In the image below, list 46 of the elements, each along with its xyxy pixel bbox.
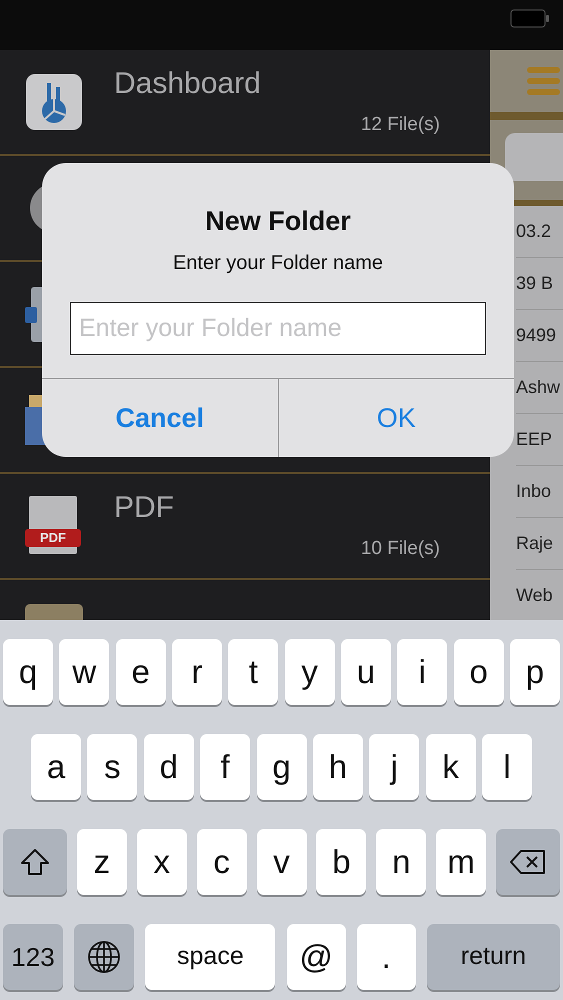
key[interactable]: c: [196, 829, 247, 895]
file-name[interactable]: Inbo: [516, 478, 552, 505]
key[interactable]: e: [116, 639, 166, 705]
key[interactable]: j: [369, 734, 420, 800]
folder-name-field[interactable]: Enter your Folder name: [70, 302, 486, 354]
key[interactable]: h: [312, 734, 363, 800]
space-key[interactable]: space: [145, 924, 276, 990]
key[interactable]: o: [454, 639, 504, 705]
key[interactable]: @: [286, 924, 346, 990]
numbers-key[interactable]: 123: [3, 924, 63, 990]
key[interactable]: w: [59, 639, 110, 705]
file-count: 10 File(s): [360, 536, 440, 561]
key[interactable]: p: [510, 639, 560, 705]
key[interactable]: d: [144, 734, 194, 800]
key[interactable]: f: [200, 734, 250, 800]
file-name[interactable]: Web: [516, 582, 553, 609]
key[interactable]: u: [340, 639, 391, 705]
file-name[interactable]: Ashw: [516, 374, 560, 401]
key[interactable]: k: [426, 734, 476, 800]
key[interactable]: v: [256, 829, 306, 895]
key[interactable]: n: [376, 829, 426, 895]
file-name[interactable]: 39 B: [516, 270, 554, 297]
dialog-title: New Folder: [205, 205, 351, 238]
file-name[interactable]: 03.2: [516, 218, 552, 245]
key[interactable]: i: [397, 639, 448, 705]
key[interactable]: z: [76, 829, 127, 895]
key[interactable]: l: [482, 734, 532, 800]
category-title: Dashboard: [114, 68, 262, 99]
key[interactable]: r: [172, 639, 222, 705]
file-name[interactable]: Raje: [516, 530, 554, 557]
return-key[interactable]: return: [426, 924, 560, 990]
key[interactable]: g: [256, 734, 306, 800]
file-name[interactable]: EEP: [516, 426, 552, 453]
key[interactable]: a: [31, 734, 81, 800]
key[interactable]: y: [284, 639, 335, 705]
category-title: PDF: [114, 492, 175, 523]
key[interactable]: t: [228, 639, 278, 705]
key[interactable]: s: [87, 734, 138, 800]
key[interactable]: q: [3, 639, 53, 705]
dialog-message: Enter your Folder name: [172, 250, 384, 276]
key[interactable]: b: [316, 829, 366, 895]
file-name[interactable]: 9499: [516, 322, 556, 349]
file-count: 12 File(s): [360, 112, 440, 137]
key[interactable]: .: [356, 924, 416, 990]
key[interactable]: x: [136, 829, 187, 895]
key[interactable]: m: [436, 829, 486, 895]
